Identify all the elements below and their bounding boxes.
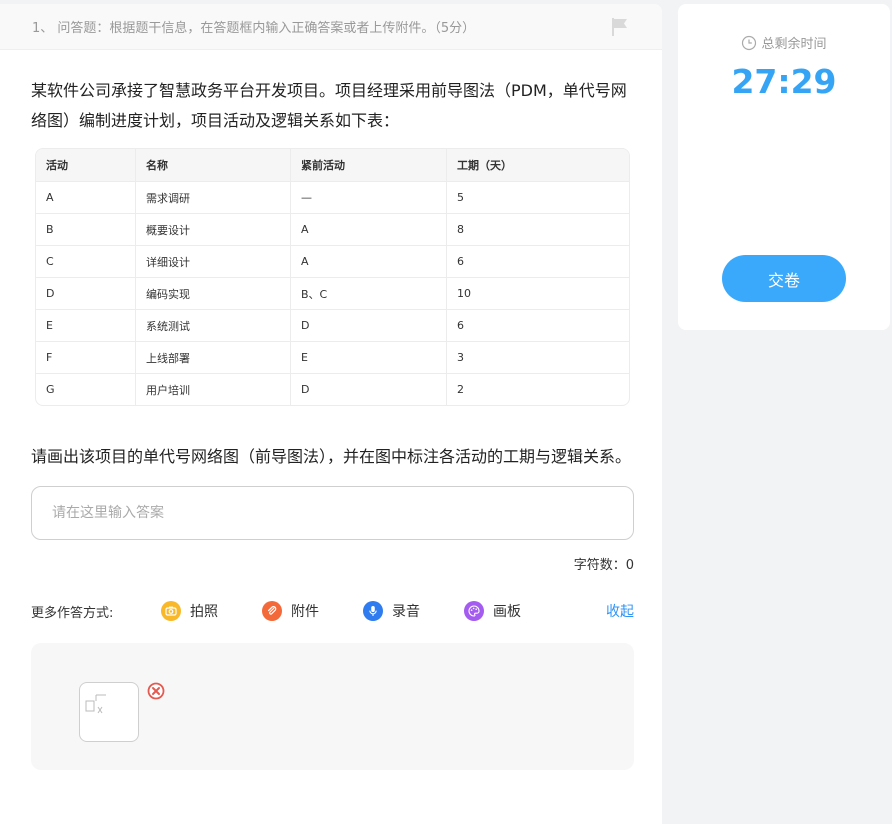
audio-method-label: 录音 [392, 604, 420, 620]
attachment-area [31, 643, 634, 770]
timer-label: 总剩余时间 [761, 37, 827, 52]
table-row: D 编码实现 B、C 10 [36, 277, 629, 309]
table-cell: 2 [447, 373, 629, 405]
table-cell: F [36, 341, 136, 373]
table-cell: 用户培训 [136, 373, 291, 405]
table-row: F 上线部署 E 3 [36, 341, 629, 373]
table-row: E 系统测试 D 6 [36, 309, 629, 341]
question-header-text: 1、 问答题：根据题干信息，在答题框内输入正确答案或者上传附件。（5分） [32, 21, 476, 36]
timer-label-row: 总剩余时间 [678, 33, 890, 52]
table-header-cell: 紧前活动 [291, 149, 447, 181]
attachment-method-label: 附件 [291, 604, 319, 620]
table-cell: D [291, 309, 447, 341]
camera-method-button[interactable]: 拍照 [161, 601, 218, 621]
table-cell: 3 [447, 341, 629, 373]
char-count-label: 字符数： [573, 558, 626, 573]
table-header-cell: 工期（天） [447, 149, 629, 181]
table-cell: G [36, 373, 136, 405]
table-row: G 用户培训 D 2 [36, 373, 629, 405]
table-cell: 10 [447, 277, 629, 309]
table-cell: 8 [447, 213, 629, 245]
table-header-cell: 名称 [136, 149, 291, 181]
table-cell: 5 [447, 181, 629, 213]
answer-input[interactable] [31, 486, 634, 540]
table-cell: 概要设计 [136, 213, 291, 245]
question-stem: 某软件公司承接了智慧政务平台开发项目。项目经理采用前导图法（PDM，单代号网络图… [31, 81, 627, 130]
collapse-link[interactable]: 收起 [606, 601, 634, 621]
flag-icon[interactable] [610, 17, 630, 37]
table-row: C 详细设计 A 6 [36, 245, 629, 277]
question-card: 1、 问答题：根据题干信息，在答题框内输入正确答案或者上传附件。（5分） 某软件… [0, 4, 662, 824]
table-cell: 编码实现 [136, 277, 291, 309]
table-cell: E [291, 341, 447, 373]
table-cell: D [36, 277, 136, 309]
camera-icon [161, 601, 181, 621]
table-cell: 上线部署 [136, 341, 291, 373]
table-header-row: 活动 名称 紧前活动 工期（天） [36, 149, 629, 181]
table-cell: 6 [447, 245, 629, 277]
table-cell: 6 [447, 309, 629, 341]
table-cell: C [36, 245, 136, 277]
table-cell: — [291, 181, 447, 213]
audio-method-button[interactable]: 录音 [363, 601, 420, 621]
table-cell: 详细设计 [136, 245, 291, 277]
timer-value: 27:29 [731, 62, 837, 101]
question-prompt: 请画出该项目的单代号网络图（前导图法），并在图中标注各活动的工期与逻辑关系。 [31, 447, 632, 466]
char-count: 字符数：0 [31, 554, 634, 573]
attachment-thumbnail[interactable] [79, 682, 139, 742]
table-cell: B [36, 213, 136, 245]
table-row: A 需求调研 — 5 [36, 181, 629, 213]
question-header: 1、 问答题：根据题干信息，在答题框内输入正确答案或者上传附件。（5分） [0, 4, 662, 50]
paperclip-icon [262, 601, 282, 621]
table-cell: D [291, 373, 447, 405]
activity-table: 活动 名称 紧前活动 工期（天） A 需求调研 — 5 B 概要设计 A 8 C… [35, 148, 630, 406]
table-row: B 概要设计 A 8 [36, 213, 629, 245]
table-cell: A [36, 181, 136, 213]
palette-icon [464, 601, 484, 621]
timer-card: 总剩余时间 27:29 交卷 [678, 4, 890, 330]
microphone-icon [363, 601, 383, 621]
table-cell: 系统测试 [136, 309, 291, 341]
question-body: 某软件公司承接了智慧政务平台开发项目。项目经理采用前导图法（PDM，单代号网络图… [0, 50, 662, 770]
table-cell: 需求调研 [136, 181, 291, 213]
attachment-method-button[interactable]: 附件 [262, 601, 319, 621]
char-count-value: 0 [625, 558, 634, 573]
submit-button[interactable]: 交卷 [722, 255, 846, 302]
more-methods-label: 更多作答方式: [31, 605, 114, 621]
table-cell: A [291, 213, 447, 245]
drawing-method-label: 画板 [493, 604, 521, 620]
table-cell: A [291, 245, 447, 277]
table-cell: E [36, 309, 136, 341]
table-cell: B、C [291, 277, 447, 309]
more-methods-row: 更多作答方式: 拍照 附件 录音 画板 收起 [31, 597, 634, 625]
camera-method-label: 拍照 [190, 604, 218, 620]
drawing-method-button[interactable]: 画板 [464, 601, 521, 621]
remove-attachment-icon[interactable] [147, 682, 165, 700]
clock-icon [742, 35, 757, 50]
broken-image-icon [85, 694, 106, 714]
table-header-cell: 活动 [36, 149, 136, 181]
